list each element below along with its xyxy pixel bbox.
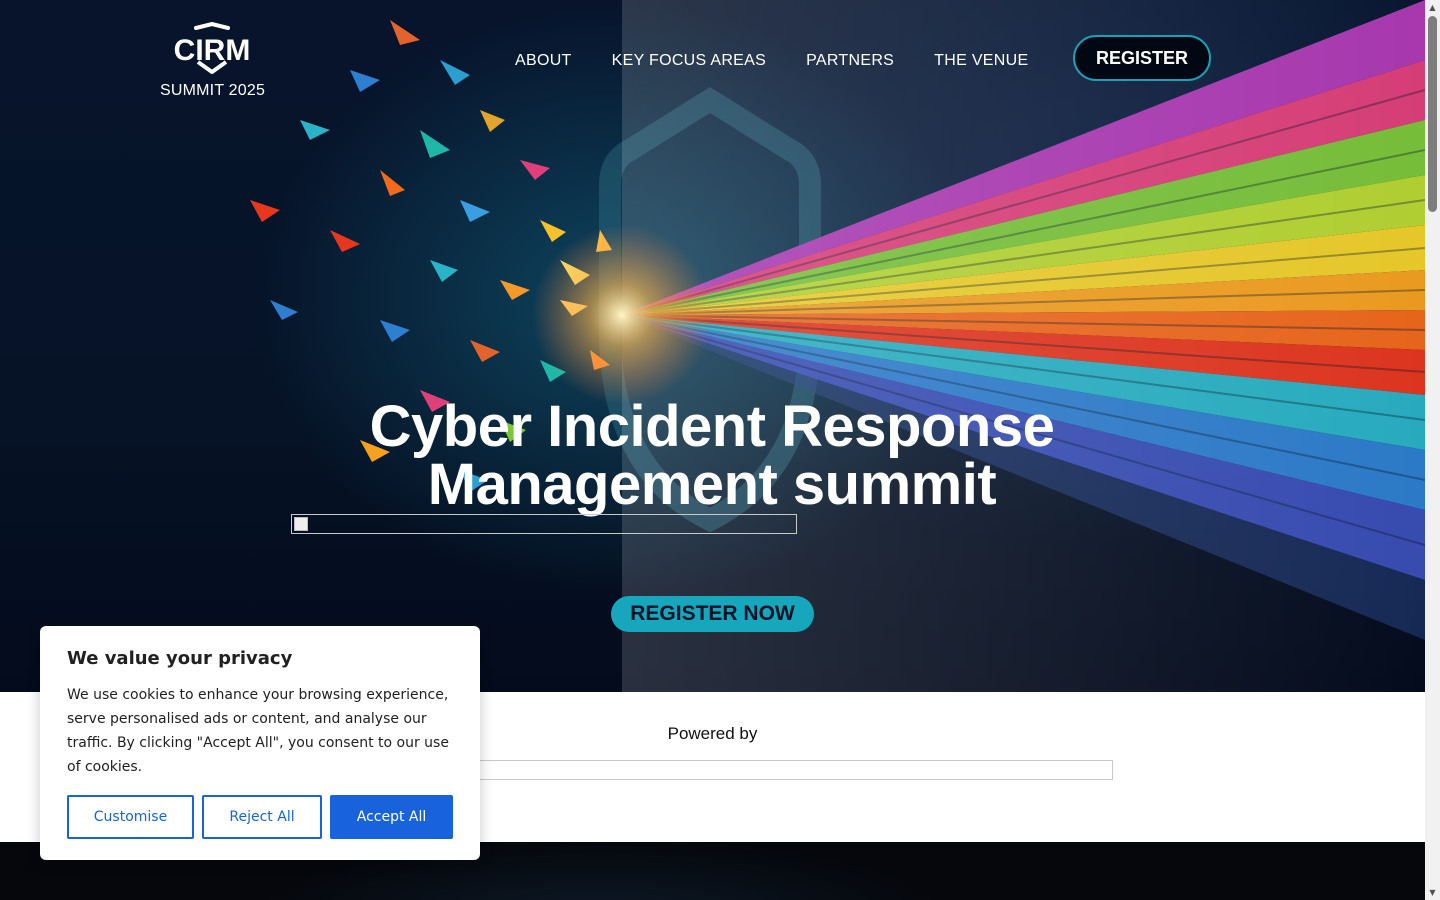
hero-title-line-1: Cyber Incident Response	[369, 394, 1055, 459]
nav-item-the-venue[interactable]: THE VENUE	[934, 52, 1028, 70]
scroll-down-arrow-icon[interactable]: ▼	[1425, 885, 1440, 900]
customise-button[interactable]: Customise	[67, 795, 194, 839]
main-nav: ABOUT KEY FOCUS AREAS PARTNERS THE VENUE	[515, 52, 1028, 70]
cookie-actions: Customise Reject All Accept All	[67, 795, 453, 839]
scroll-up-arrow-icon[interactable]: ▲	[1425, 0, 1440, 15]
logo-subtitle: SUMMIT 2025	[160, 82, 266, 99]
cookie-description: We use cookies to enhance your browsing …	[67, 687, 449, 775]
page: CIRM SUMMIT 2025 ABOUT KEY FOCUS AREAS P…	[0, 0, 1425, 900]
broken-image-icon	[294, 517, 308, 531]
hero-title: Cyber Incident Response Management summi…	[312, 398, 1112, 514]
cookie-consent-banner: We value your privacy We use cookies to …	[40, 626, 480, 860]
site-logo[interactable]: CIRM SUMMIT 2025	[160, 22, 266, 100]
header-register-button[interactable]: REGISTER	[1073, 35, 1211, 81]
logo-wordmark: CIRM	[174, 34, 251, 67]
cookie-title: We value your privacy	[67, 648, 293, 669]
shield-logo-icon: CIRM	[174, 22, 251, 74]
hero-section: CIRM SUMMIT 2025 ABOUT KEY FOCUS AREAS P…	[0, 0, 1425, 692]
accept-all-button[interactable]: Accept All	[330, 795, 453, 839]
nav-item-about[interactable]: ABOUT	[515, 52, 572, 70]
register-now-button[interactable]: REGISTER NOW	[611, 596, 814, 632]
nav-item-key-focus-areas[interactable]: KEY FOCUS AREAS	[612, 52, 766, 70]
hero-title-line-2: Management summit	[427, 452, 997, 517]
vertical-scrollbar[interactable]: ▲ ▼	[1425, 0, 1440, 900]
hero-prism-illustration	[250, 0, 1425, 692]
broken-image-placeholder	[291, 514, 797, 534]
scrollbar-thumb[interactable]	[1428, 16, 1437, 212]
reject-all-button[interactable]: Reject All	[202, 795, 322, 839]
nav-item-partners[interactable]: PARTNERS	[806, 52, 894, 70]
